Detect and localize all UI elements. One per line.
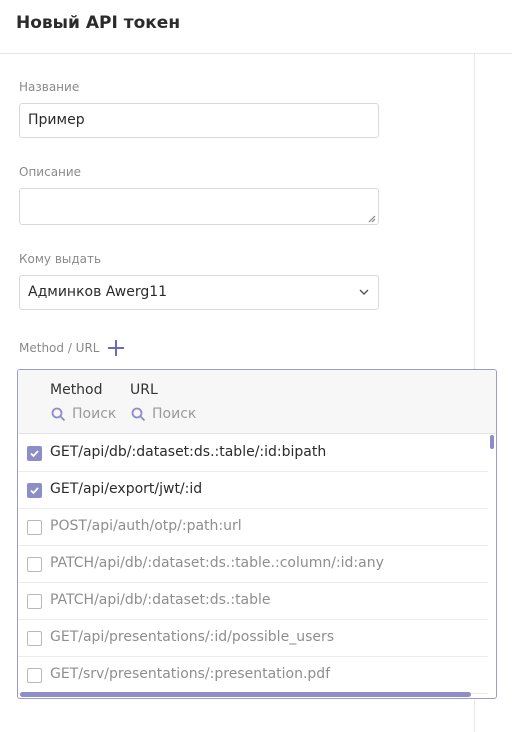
- table-row[interactable]: POST/api/auth/otp/:path:url: [18, 509, 488, 546]
- assignee-label: Кому выдать: [19, 252, 102, 266]
- row-checkbox[interactable]: [27, 557, 42, 572]
- search-icon: [51, 407, 66, 421]
- search-icon: [131, 407, 146, 421]
- add-endpoint-button[interactable]: [107, 339, 125, 357]
- assignee-select[interactable]: Админков Awerg11: [19, 275, 379, 310]
- row-endpoint-text: GET/srv/presentations/:presentation.pdf: [50, 666, 331, 682]
- method-search-placeholder: Поиск: [72, 406, 117, 422]
- page-header: Новый API токен: [0, 0, 512, 54]
- check-icon: [30, 450, 39, 458]
- vertical-scrollbar[interactable]: [490, 435, 494, 449]
- name-label: Название: [19, 80, 80, 94]
- check-icon: [30, 487, 39, 495]
- column-header-method[interactable]: Method: [50, 382, 103, 398]
- table-header: Method URL Поиск Поиск: [18, 370, 496, 434]
- row-checkbox[interactable]: [27, 483, 42, 498]
- column-header-url[interactable]: URL: [130, 382, 158, 398]
- row-checkbox[interactable]: [27, 446, 42, 461]
- table-row[interactable]: GET/api/export/jwt/:id: [18, 472, 488, 509]
- url-search-input[interactable]: Поиск: [131, 406, 196, 422]
- assignee-selected-value: Админков Awerg11: [28, 284, 168, 300]
- resize-grip-icon[interactable]: [368, 215, 376, 223]
- row-endpoint-text: GET/api/presentations/:id/possible_users: [50, 629, 335, 645]
- table-row[interactable]: PATCH/api/db/:dataset:ds.:table.:column/…: [18, 546, 488, 583]
- name-input[interactable]: Пример: [19, 103, 379, 138]
- row-endpoint-text: GET/api/export/jwt/:id: [50, 481, 203, 497]
- description-textarea[interactable]: [19, 188, 379, 225]
- row-endpoint-text: PATCH/api/db/:dataset:ds.:table: [50, 592, 271, 608]
- method-url-header: Method / URL: [19, 338, 125, 358]
- row-endpoint-text: GET/api/db/:dataset:ds.:table/:id:bipath: [50, 444, 327, 460]
- row-checkbox[interactable]: [27, 668, 42, 683]
- table-row[interactable]: GET/api/presentations/:id/possible_users: [18, 620, 488, 657]
- endpoint-table: Method URL Поиск Поиск GET/api/db/:datas…: [17, 369, 497, 699]
- page-title: Новый API токен: [16, 13, 181, 33]
- method-search-input[interactable]: Поиск: [51, 406, 116, 422]
- row-endpoint-text: PATCH/api/db/:dataset:ds.:table.:column/…: [50, 555, 384, 571]
- row-checkbox[interactable]: [27, 631, 42, 646]
- row-checkbox[interactable]: [27, 520, 42, 535]
- table-row[interactable]: PATCH/api/db/:dataset:ds.:table: [18, 583, 488, 620]
- chevron-down-icon: [359, 289, 369, 295]
- table-row[interactable]: GET/api/db/:dataset:ds.:table/:id:bipath: [18, 435, 488, 472]
- row-checkbox[interactable]: [27, 594, 42, 609]
- url-search-placeholder: Поиск: [152, 406, 197, 422]
- row-endpoint-text: POST/api/auth/otp/:path:url: [50, 518, 242, 534]
- method-url-label: Method / URL: [19, 341, 100, 355]
- description-label: Описание: [19, 165, 82, 179]
- horizontal-scrollbar[interactable]: [20, 692, 471, 697]
- table-row[interactable]: GET/srv/presentations/:presentation.pdf: [18, 657, 488, 694]
